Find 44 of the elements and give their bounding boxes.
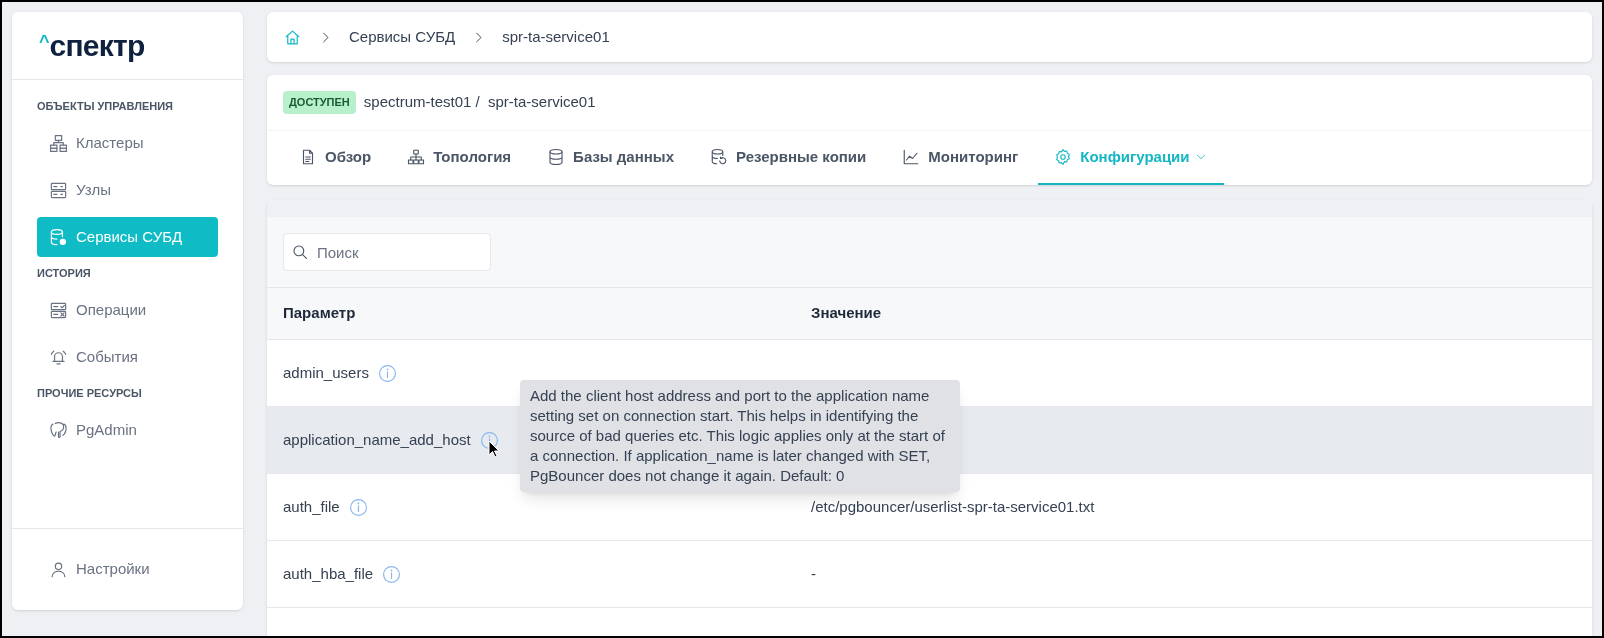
column-header: Значение [811,303,883,324]
nav-item[interactable]: Кластеры [37,123,218,163]
section-title: ИСТОРИЯ [37,265,92,281]
breadcrumb-link[interactable]: Сервисы СУБД [349,25,456,49]
settings-icon [1054,148,1073,166]
search-field[interactable]: Поиск [283,233,491,271]
service-path: spectrum-test01 / spr-ta-service01 [363,92,596,113]
hierarchy-icon [407,148,426,166]
nav-item[interactable]: Узлы [37,170,218,210]
nav-item[interactable]: Операции [37,290,218,330]
tab[interactable]: Мониторинг [886,131,1035,185]
nav-item[interactable]: PgAdmin [37,410,218,450]
parameter-name: application_name_add_host [283,429,471,450]
database-gear-icon [49,227,68,247]
line-chart-icon [902,148,921,166]
search-icon [291,243,309,261]
settings-nav-item[interactable]: Настройки [37,558,162,581]
tooltip: Add the client host address and port to the application name setting set on connection start. This helps in identifying the source of bad queries etc. This logic applies only at the start of a connection. If application_name is later changed with SET, PgBouncer does not change it again. Default: 0 [520,380,960,492]
server-check-icon [49,300,68,320]
info-icon[interactable] [479,430,499,450]
elephant-icon [49,420,68,440]
tab[interactable]: Базы данных [531,131,690,185]
parameter-value: /etc/pgbouncer/userlist-spr-ta-service01.txt [811,496,1096,517]
nav-item[interactable]: События [37,337,218,377]
parameter-name: auth_hba_file [283,563,374,584]
status-badge: ДОСТУПЕН [283,91,356,114]
tab[interactable]: Топология [391,131,528,185]
breadcrumb-current: spr-ta-service01 [502,26,610,47]
section-title: ПРОЧИЕ РЕСУРСЫ [37,385,143,401]
database-icon [547,148,566,166]
parameter-name: admin_users [283,362,369,383]
database-refresh-icon [710,148,728,166]
parameter-name: auth_file [283,496,340,517]
tab[interactable]: Обзор [283,131,388,185]
cluster-icon [49,133,68,153]
tab[interactable]: Резервные копии [694,131,883,185]
parameter-value: - [811,563,817,584]
home-icon[interactable] [283,27,302,47]
user-icon [49,560,68,579]
cursor-icon [487,439,500,458]
logo: ^спектр [39,30,145,61]
column-header: Параметр [283,303,357,324]
server-icon [49,180,68,200]
section-title: ОБЪЕКТЫ УПРАВЛЕНИЯ [37,98,175,114]
